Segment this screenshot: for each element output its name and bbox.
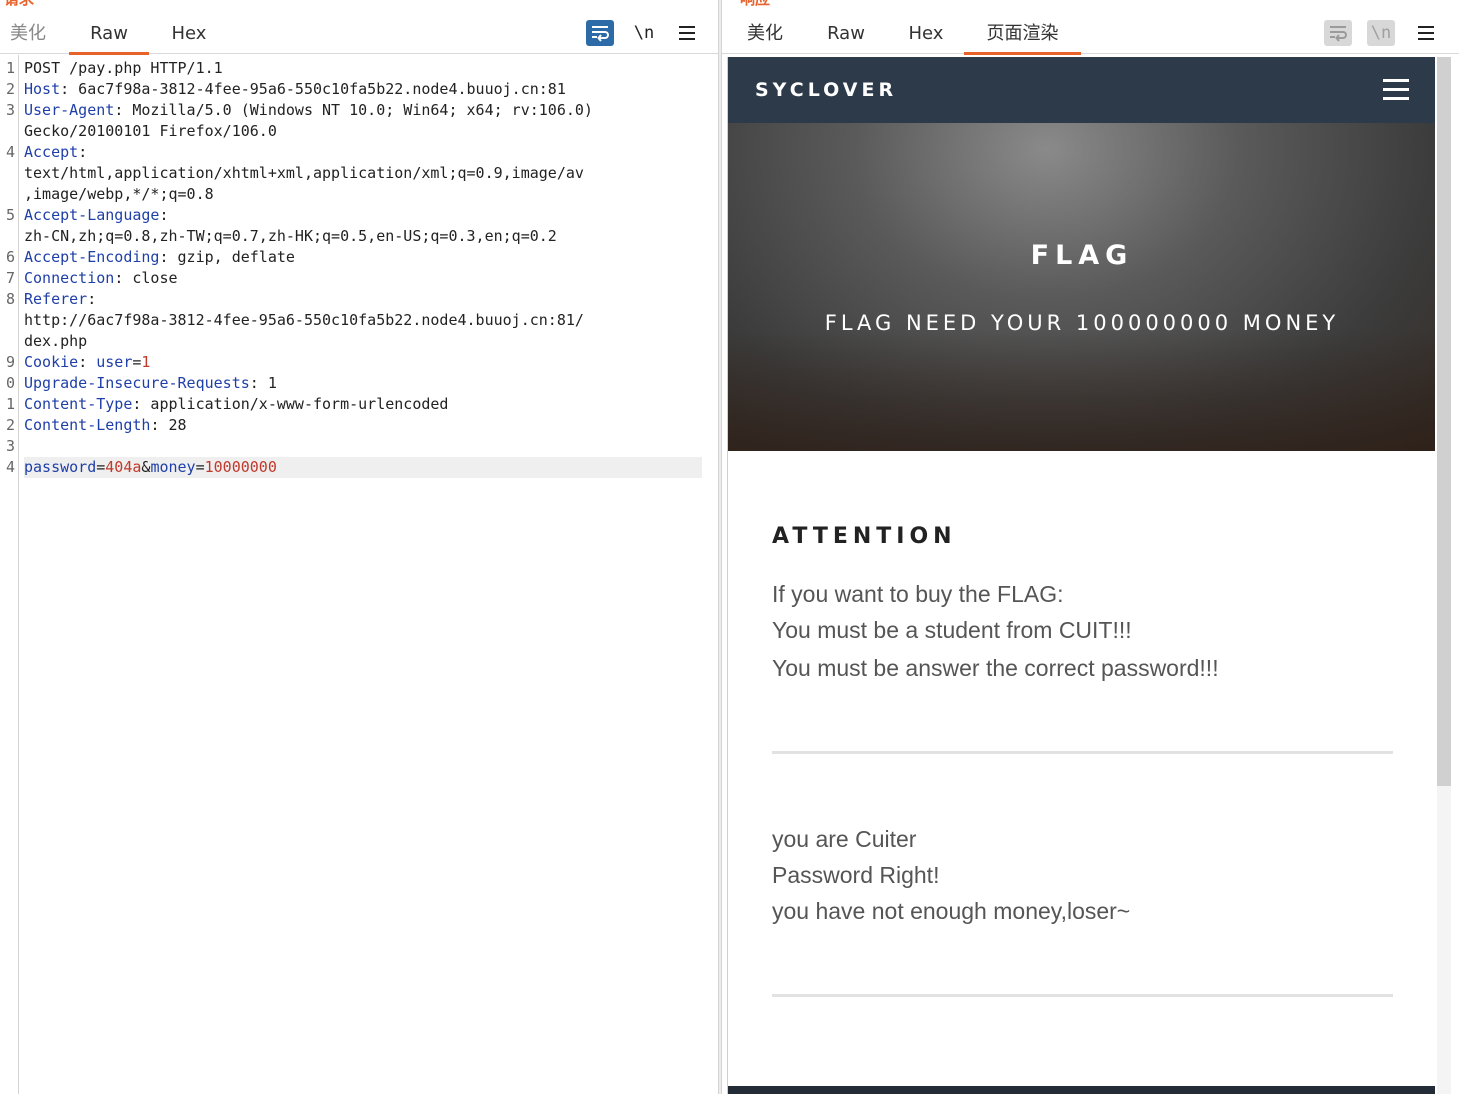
attention-line: If you want to buy the FLAG: (772, 581, 1064, 607)
request-pane-title: 请求 (4, 0, 34, 7)
header-key: Accept-Language (24, 206, 160, 224)
tab-pretty[interactable]: 美化 (738, 12, 792, 54)
site-navbar: SYCLOVER (728, 57, 1435, 123)
editor-line: zh-CN,zh;q=0.8,zh-TW;q=0.7,zh-HK;q=0.5,e… (24, 227, 557, 245)
param-money-value: 10000000 (204, 458, 277, 476)
param-password-name: password (24, 458, 97, 476)
response-tabbar: 美化 Raw Hex 页面渲染 \n (722, 12, 1459, 55)
header-key: Upgrade-Insecure-Requests (24, 374, 250, 392)
tab-hex[interactable]: Hex (160, 12, 218, 54)
attention-line: You must be answer the correct password!… (772, 655, 1219, 681)
editor-line: ,image/webp,*/*;q=0.8 (24, 185, 214, 203)
scrollbar-thumb[interactable] (1437, 57, 1451, 786)
tab-hex[interactable]: Hex (898, 12, 954, 54)
cookie-value: 1 (141, 353, 151, 371)
editor-line: Gecko/20100101 Firefox/106.0 (24, 122, 277, 140)
editor-line: 3 User-Agent: Mozilla/5.0 (Windows NT 10.… (5, 101, 593, 119)
divider (772, 751, 1393, 754)
editor-line: 6 Accept-Encoding: gzip, deflate (5, 248, 295, 266)
editor-line: 7 Connection: close (5, 269, 178, 287)
editor-line: 8 Referer: (5, 290, 97, 308)
request-pane: 请求 美化 Raw Hex \n 1POST /pay.php HTTP/1.1… (0, 0, 718, 1094)
editor-line: 4 Accept: (5, 143, 88, 161)
editor-line: 0 Upgrade-Insecure-Requests: 1 (5, 374, 277, 392)
editor-line: 9 Cookie: user=1 (5, 353, 151, 371)
wrap-lines-button[interactable] (1324, 20, 1352, 46)
site-footer (728, 1086, 1435, 1094)
editor-line: 2 Content-Length: 28 (5, 416, 187, 434)
header-key: Accept-Encoding (24, 248, 160, 266)
param-password-value: 404a (105, 458, 142, 476)
menu-button[interactable] (673, 20, 701, 46)
editor-line: 2 Host: 6ac7f98a-3812-4fee-95a6-550c10fa5… (5, 80, 566, 98)
editor-line: 1 Content-Type: application/x-www-form-ur… (5, 395, 449, 413)
editor-line: text/html,application/xhtml+xml,applicat… (24, 164, 584, 182)
wrap-lines-button[interactable] (586, 20, 614, 46)
newline-toggle-button[interactable]: \n (630, 20, 658, 46)
result-line: Password Right! (772, 862, 940, 888)
raw-request-editor[interactable]: 1 POST /pay.php HTTP/1.1 2 Host: 6ac7f98a-… (0, 58, 718, 478)
editor-line: http://6ac7f98a-3812-4fee-95a6-550c10fa5… (24, 311, 584, 329)
header-key: Content-Length (24, 416, 151, 434)
result-line: you have not enough money,loser~ (772, 898, 1131, 924)
editor-line: 5 Accept-Language: (5, 206, 169, 224)
wrap-lines-icon (1330, 26, 1347, 42)
wrap-lines-icon (592, 26, 609, 42)
request-body-line[interactable]: 4 password=404a&money=10000000 (0, 457, 718, 478)
menu-button[interactable] (1412, 20, 1440, 46)
header-key: User-Agent (24, 101, 115, 119)
hamburger-menu-icon (1418, 26, 1434, 40)
divider (772, 994, 1393, 997)
newline-toggle-button[interactable]: \n (1367, 20, 1395, 46)
header-key: Referer (24, 290, 88, 308)
tab-raw[interactable]: Raw (818, 12, 874, 54)
hamburger-menu-icon (679, 26, 695, 40)
editor-line: 1 POST /pay.php HTTP/1.1 (5, 59, 223, 77)
result-line: you are Cuiter (772, 826, 917, 852)
cookie-name: user (96, 353, 133, 371)
response-pane: 响应 美化 Raw Hex 页面渲染 \n SYCLOVER FLAG (722, 0, 1461, 1094)
section-heading: ATTENTION (772, 524, 957, 549)
request-tabbar: 美化 Raw Hex \n (0, 12, 718, 55)
editor-line: 3 (5, 437, 15, 455)
render-scrollbar[interactable] (1437, 57, 1451, 1094)
param-money-name: money (150, 458, 196, 476)
header-key: Accept (24, 143, 79, 161)
header-key: Cookie (24, 353, 79, 371)
hero-subtitle: FLAG NEED YOUR 100000000 MONEY (824, 311, 1340, 335)
site-menu-icon[interactable] (1383, 79, 1409, 101)
header-key: Connection (24, 269, 115, 287)
site-brand[interactable]: SYCLOVER (755, 79, 897, 101)
editor-line: dex.php (24, 332, 88, 350)
header-key: Host (24, 80, 61, 98)
hero-banner: FLAG FLAG NEED YOUR 100000000 MONEY (728, 123, 1435, 451)
response-pane-title: 响应 (740, 0, 770, 7)
rendered-page: SYCLOVER FLAG FLAG NEED YOUR 100000000 M… (727, 57, 1435, 1094)
header-key: Content-Type (24, 395, 133, 413)
tab-render[interactable]: 页面渲染 (964, 12, 1081, 55)
tab-raw[interactable]: Raw (69, 12, 149, 55)
tab-pretty[interactable]: 美化 (0, 12, 56, 54)
attention-line: You must be a student from CUIT!!! (772, 617, 1132, 643)
hero-title: FLAG (1030, 240, 1134, 271)
